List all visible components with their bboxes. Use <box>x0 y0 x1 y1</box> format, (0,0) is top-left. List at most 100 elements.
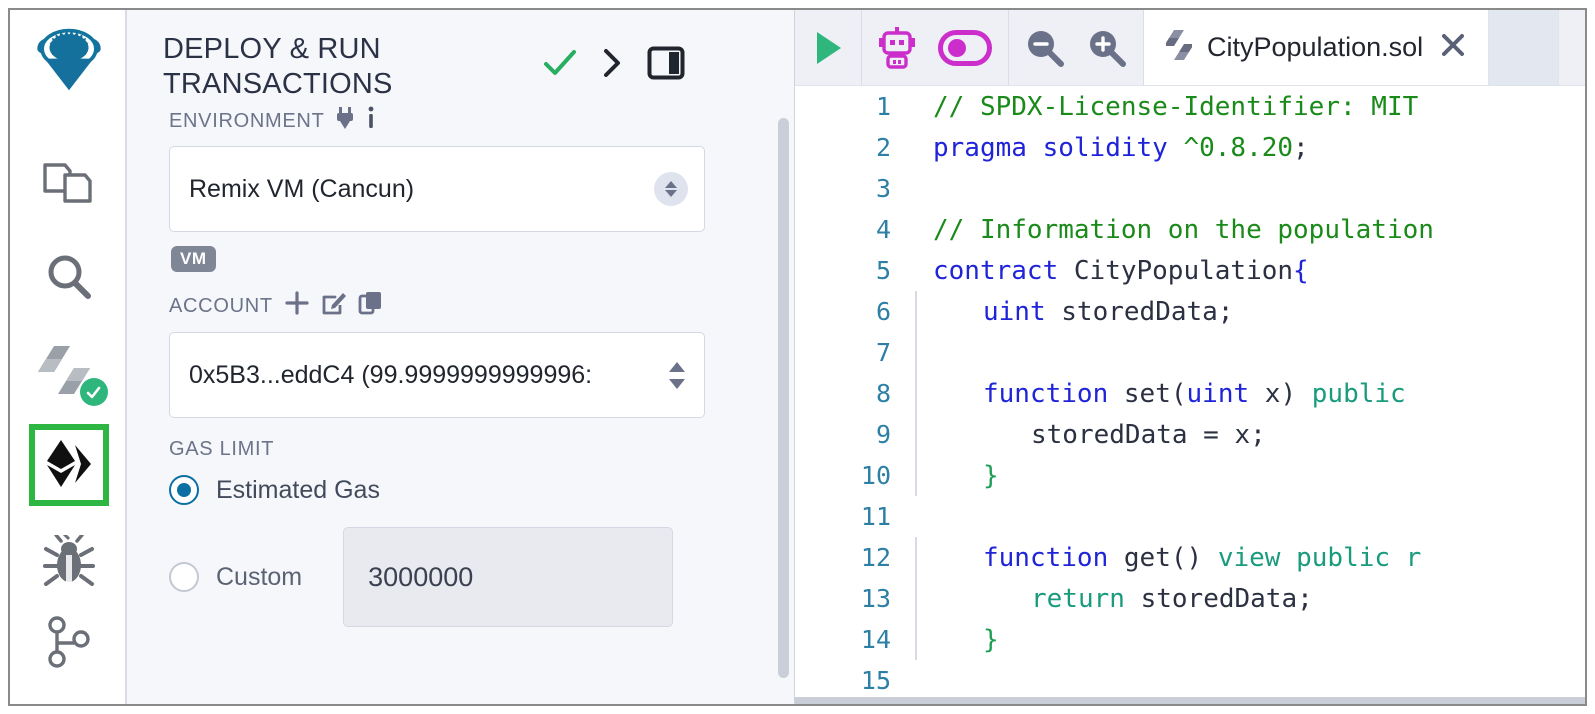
chevron-updown-icon[interactable] <box>654 172 688 206</box>
zoom-group <box>1009 10 1144 85</box>
account-label: ACCOUNT <box>169 294 273 317</box>
gas-limit-label: GAS LIMIT <box>169 438 275 460</box>
environment-label-row: ENVIRONMENT <box>169 106 756 136</box>
code-line[interactable]: 7 <box>795 332 1585 373</box>
line-number: 2 <box>875 133 891 162</box>
sidebar-item-debugger[interactable] <box>10 526 127 598</box>
edit-icon[interactable] <box>321 290 347 322</box>
code-editor: CityPopulation.sol 1 // SPDX-License-Iden… <box>795 10 1585 704</box>
zoom-out-icon <box>1028 30 1064 67</box>
line-number: 14 <box>860 625 891 654</box>
remix-logo[interactable] <box>10 18 127 104</box>
panel-header: DEPLOY & RUN TRANSACTIONS <box>127 10 794 106</box>
line-number: 1 <box>875 92 891 121</box>
sidebar-item-search[interactable] <box>10 242 127 312</box>
code-text: contract CityPopulation{ <box>933 255 1309 286</box>
code-line[interactable]: 4 // Information on the population <box>795 209 1585 250</box>
radio-estimated-gas[interactable] <box>169 475 199 505</box>
environment-value: Remix VM (Cancun) <box>189 174 415 203</box>
info-icon[interactable] <box>366 106 376 136</box>
code-text: function get() view public r <box>983 542 1422 573</box>
ethereum-deploy-icon <box>46 440 91 487</box>
zoom-out-button[interactable] <box>1025 28 1065 68</box>
line-number: 4 <box>875 215 891 244</box>
environment-select[interactable]: Remix VM (Cancun) <box>169 146 705 232</box>
code-line[interactable]: 11 <box>795 496 1585 537</box>
code-line[interactable]: 13 return storedData; <box>795 578 1585 619</box>
panel-scrollbar[interactable] <box>778 118 789 678</box>
code-text: storedData = x; <box>1031 419 1266 450</box>
line-number: 7 <box>875 338 891 367</box>
close-icon[interactable] <box>1438 30 1468 65</box>
deploy-run-panel: DEPLOY & RUN TRANSACTIONS ENVIRONMENT Re… <box>127 10 795 704</box>
editor-toolbar: CityPopulation.sol <box>795 10 1585 86</box>
zoom-in-button[interactable] <box>1087 28 1127 68</box>
tab-label: CityPopulation.sol <box>1207 32 1424 62</box>
line-number: 8 <box>875 379 891 408</box>
code-text: uint storedData; <box>983 296 1234 327</box>
code-line[interactable]: 2 pragma solidity ^0.8.20; <box>795 127 1585 168</box>
gas-option-estimated[interactable]: Estimated Gas <box>169 475 756 505</box>
solidity-icon <box>1164 29 1194 66</box>
account-label-row: ACCOUNT <box>169 290 756 322</box>
panel-header-icons <box>543 32 685 85</box>
check-icon[interactable] <box>543 48 577 83</box>
radio-custom-gas[interactable] <box>169 562 199 592</box>
indent-guide <box>915 332 917 373</box>
code-line[interactable]: 3 <box>795 168 1585 209</box>
robot-icon <box>879 26 915 69</box>
copy-icon[interactable] <box>358 290 384 322</box>
line-number: 9 <box>875 420 891 449</box>
plus-icon[interactable] <box>284 290 310 322</box>
toggle-on-icon <box>938 29 992 66</box>
code-text: } <box>983 624 999 655</box>
editor-horizontal-scrollbar[interactable] <box>795 697 1585 704</box>
account-stepper-icon[interactable] <box>666 355 688 395</box>
account-select[interactable]: 0x5B3...eddC4 (99.9999999999996: <box>169 332 705 418</box>
code-line[interactable]: 15 <box>795 660 1585 701</box>
code-line[interactable]: 5 contract CityPopulation{ <box>795 250 1585 291</box>
compiler-success-badge <box>79 378 108 406</box>
code-line[interactable]: 6 uint storedData; <box>795 291 1585 332</box>
bug-icon <box>42 535 95 586</box>
code-line[interactable]: 8 function set(uint x) public <box>795 373 1585 414</box>
code-line[interactable]: 14} <box>795 619 1585 660</box>
line-number: 6 <box>875 297 891 326</box>
custom-gas-input[interactable]: 3000000 <box>343 527 674 627</box>
code-line[interactable]: 9 storedData = x; <box>795 414 1585 455</box>
ai-group <box>862 10 1009 85</box>
code-text: return storedData; <box>1031 583 1313 614</box>
code-text: // SPDX-License-Identifier: MIT <box>933 91 1419 122</box>
sidebar-item-file-explorer[interactable] <box>10 146 127 216</box>
ai-toggle-switch[interactable] <box>938 29 992 66</box>
code-line[interactable]: 10} <box>795 455 1585 496</box>
tab-strip-empty <box>1559 10 1585 85</box>
code-text: pragma solidity ^0.8.20; <box>933 132 1309 163</box>
code-line[interactable]: 1 // SPDX-License-Identifier: MIT <box>795 86 1585 127</box>
sidebar-item-git[interactable] <box>10 606 127 678</box>
search-icon <box>48 255 91 299</box>
panel-layout-icon[interactable] <box>647 46 685 85</box>
run-script-button[interactable] <box>811 29 845 67</box>
icon-sidebar <box>10 10 127 704</box>
chevron-right-icon[interactable] <box>601 47 623 84</box>
code-text: // Information on the population <box>933 214 1434 245</box>
remix-ide-window: DEPLOY & RUN TRANSACTIONS ENVIRONMENT Re… <box>8 8 1587 706</box>
ai-assistant-button[interactable] <box>878 26 916 69</box>
code-line[interactable]: 12 function get() view public r <box>795 537 1585 578</box>
gas-option-custom[interactable]: Custom 3000000 <box>169 527 756 627</box>
code-text: function set(uint x) public <box>983 378 1406 409</box>
page-title: DEPLOY & RUN TRANSACTIONS <box>163 33 393 100</box>
plug-icon[interactable] <box>335 106 355 136</box>
radio-custom-gas-label: Custom <box>216 562 303 591</box>
code-content[interactable]: 1 // SPDX-License-Identifier: MIT 2 pragma … <box>795 86 1585 704</box>
tab-strip-placeholder <box>1489 10 1560 85</box>
sidebar-item-solidity-compiler[interactable] <box>10 336 127 408</box>
line-number: 12 <box>860 543 891 572</box>
line-number: 10 <box>860 461 891 490</box>
account-value: 0x5B3...eddC4 (99.9999999999996: <box>189 360 593 389</box>
git-branch-icon <box>47 616 90 668</box>
editor-tab-citypopulation[interactable]: CityPopulation.sol <box>1144 10 1490 85</box>
sidebar-item-deploy-run-transactions[interactable] <box>10 422 127 508</box>
line-number: 11 <box>860 502 891 531</box>
